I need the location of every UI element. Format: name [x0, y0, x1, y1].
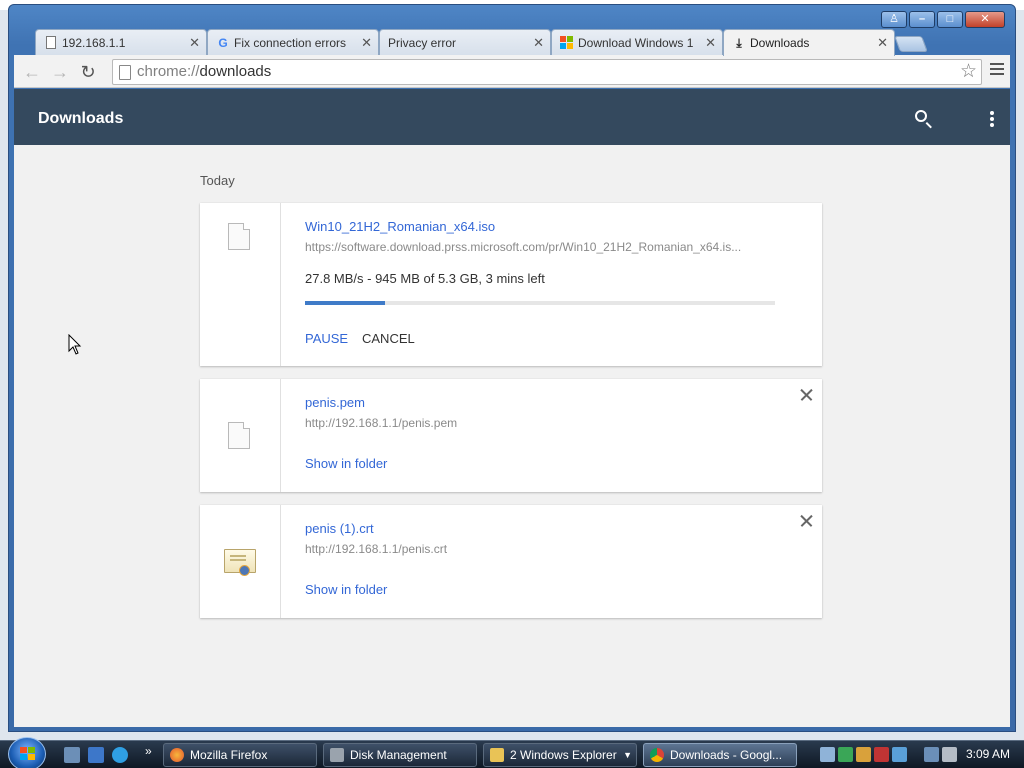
date-section-label: Today	[200, 173, 235, 188]
file-icon	[228, 223, 250, 250]
disk-management-icon	[330, 748, 344, 762]
taskbar-item-label: Downloads - Googl...	[670, 748, 783, 762]
firefox-icon	[170, 748, 184, 762]
page-title: Downloads	[38, 110, 124, 127]
cancel-button[interactable]: CANCEL	[362, 331, 415, 346]
certificate-icon	[224, 549, 256, 576]
mouse-cursor-icon	[68, 334, 82, 355]
page-header: Downloads	[14, 89, 1010, 145]
more-options-icon[interactable]	[980, 111, 1004, 135]
remove-close-icon[interactable]	[798, 513, 814, 529]
url-path: downloads	[199, 63, 272, 80]
switch-windows-icon[interactable]	[88, 747, 104, 763]
minimize-button[interactable]: –	[909, 11, 935, 28]
file-url[interactable]: http://192.168.1.1/penis.crt	[305, 542, 447, 556]
download-item: Win10_21H2_Romanian_x64.iso https://soft…	[200, 203, 822, 366]
tab-close-icon[interactable]: ✕	[877, 30, 888, 56]
new-tab-button[interactable]	[894, 36, 928, 52]
tab-close-icon[interactable]: ✕	[533, 30, 544, 55]
tab-title: Fix connection errors	[234, 36, 347, 50]
start-button[interactable]	[8, 737, 46, 768]
tab-strip: 192.168.1.1 ✕ G Fix connection errors ✕ …	[21, 29, 1011, 56]
file-name-link[interactable]: Win10_21H2_Romanian_x64.iso	[305, 219, 495, 234]
tab-title: Downloads	[750, 36, 810, 50]
show-in-folder-link[interactable]: Show in folder	[305, 582, 387, 597]
tray-app-icon[interactable]	[820, 747, 835, 762]
file-icon	[228, 422, 250, 449]
tab-download-windows[interactable]: Download Windows 1 ✕	[551, 29, 723, 55]
address-bar[interactable]: chrome://downloads ☆	[112, 59, 982, 85]
taskbar-item-windows-explorer[interactable]: 2 Windows Explorer ▼	[483, 743, 637, 767]
windows-icon	[560, 36, 574, 50]
tab-title: 192.168.1.1	[62, 36, 126, 50]
close-window-button[interactable]: ✕	[965, 11, 1005, 28]
taskbar-item-label: 2 Windows Explorer	[510, 748, 617, 762]
file-icon-column	[200, 505, 281, 618]
page-icon	[44, 36, 58, 50]
tab-close-icon[interactable]: ✕	[189, 30, 200, 55]
search-icon[interactable]	[911, 107, 935, 131]
bookmark-star-icon[interactable]: ☆	[960, 61, 977, 83]
maximize-button[interactable]: □	[937, 11, 963, 28]
download-icon: ⤓	[736, 36, 742, 50]
remove-close-icon[interactable]	[798, 387, 814, 403]
tab-close-icon[interactable]: ✕	[705, 30, 716, 55]
file-icon-column	[200, 203, 281, 366]
download-item: penis (1).crt http://192.168.1.1/penis.c…	[200, 505, 822, 618]
taskbar-item-chrome-downloads[interactable]: Downloads - Googl...	[643, 743, 797, 767]
chevron-down-icon: ▼	[623, 750, 632, 760]
page-icon	[119, 65, 131, 80]
progress-bar	[305, 301, 775, 305]
google-icon: G	[218, 36, 228, 50]
downloads-page: Downloads Today Win10_21H2_Romanian_x64.…	[14, 89, 1010, 727]
browser-toolbar: ← → ↻ chrome://downloads ☆	[14, 55, 1010, 88]
volume-muted-icon[interactable]	[942, 747, 957, 762]
network-icon[interactable]	[924, 747, 939, 762]
file-name-link[interactable]: penis.pem	[305, 395, 365, 410]
file-icon-column	[200, 379, 281, 492]
tab-title: Download Windows 1	[578, 36, 694, 50]
clock[interactable]: 3:09 AM	[966, 741, 1010, 767]
taskbar-item-label: Disk Management	[350, 748, 447, 762]
file-url[interactable]: http://192.168.1.1/penis.pem	[305, 416, 457, 430]
quick-launch-more-icon[interactable]: »	[145, 744, 152, 758]
tray-security-icon[interactable]	[856, 747, 871, 762]
browser-window: ♙ – □ ✕ 192.168.1.1 ✕ G Fix connection e…	[8, 4, 1016, 732]
internet-explorer-icon[interactable]	[112, 747, 128, 763]
tab-title: Privacy error	[388, 36, 457, 50]
tray-alert-icon[interactable]	[874, 747, 889, 762]
pause-button[interactable]: PAUSE	[305, 331, 348, 346]
show-in-folder-link[interactable]: Show in folder	[305, 456, 387, 471]
reload-icon[interactable]: ↻	[76, 60, 100, 84]
download-item: penis.pem http://192.168.1.1/penis.pem S…	[200, 379, 822, 492]
user-profile-button[interactable]: ♙	[881, 11, 907, 28]
taskbar: » Mozilla Firefox Disk Management 2 Wind…	[0, 737, 1024, 768]
folder-icon	[490, 748, 504, 762]
system-tray: 3:09 AM	[812, 741, 1024, 768]
tray-update-icon[interactable]	[892, 747, 907, 762]
url-text: chrome://downloads	[137, 60, 271, 84]
file-name-link[interactable]: penis (1).crt	[305, 521, 374, 536]
window-controls: ♙ – □ ✕	[881, 11, 1005, 28]
chrome-icon	[650, 748, 664, 762]
show-desktop-icon[interactable]	[64, 747, 80, 763]
url-scheme: chrome://	[137, 63, 200, 80]
tab-privacy-error[interactable]: Privacy error ✕	[379, 29, 551, 55]
file-url[interactable]: https://software.download.prss.microsoft…	[305, 240, 741, 254]
browser-menu-icon[interactable]	[990, 63, 1004, 77]
tab-downloads[interactable]: ⤓ Downloads ✕	[723, 29, 895, 56]
taskbar-item-disk-management[interactable]: Disk Management	[323, 743, 477, 767]
tray-network-share-icon[interactable]	[838, 747, 853, 762]
windows-logo-icon	[20, 747, 35, 761]
taskbar-item-label: Mozilla Firefox	[190, 748, 268, 762]
tab-fix-connection-errors[interactable]: G Fix connection errors ✕	[207, 29, 379, 55]
progress-fill	[305, 301, 385, 305]
forward-arrow-icon[interactable]: →	[48, 60, 72, 84]
back-arrow-icon[interactable]: ←	[20, 60, 44, 84]
taskbar-item-firefox[interactable]: Mozilla Firefox	[163, 743, 317, 767]
download-status: 27.8 MB/s - 945 MB of 5.3 GB, 3 mins lef…	[305, 271, 545, 286]
tab-close-icon[interactable]: ✕	[361, 30, 372, 55]
tab-192-168-1-1[interactable]: 192.168.1.1 ✕	[35, 29, 207, 55]
